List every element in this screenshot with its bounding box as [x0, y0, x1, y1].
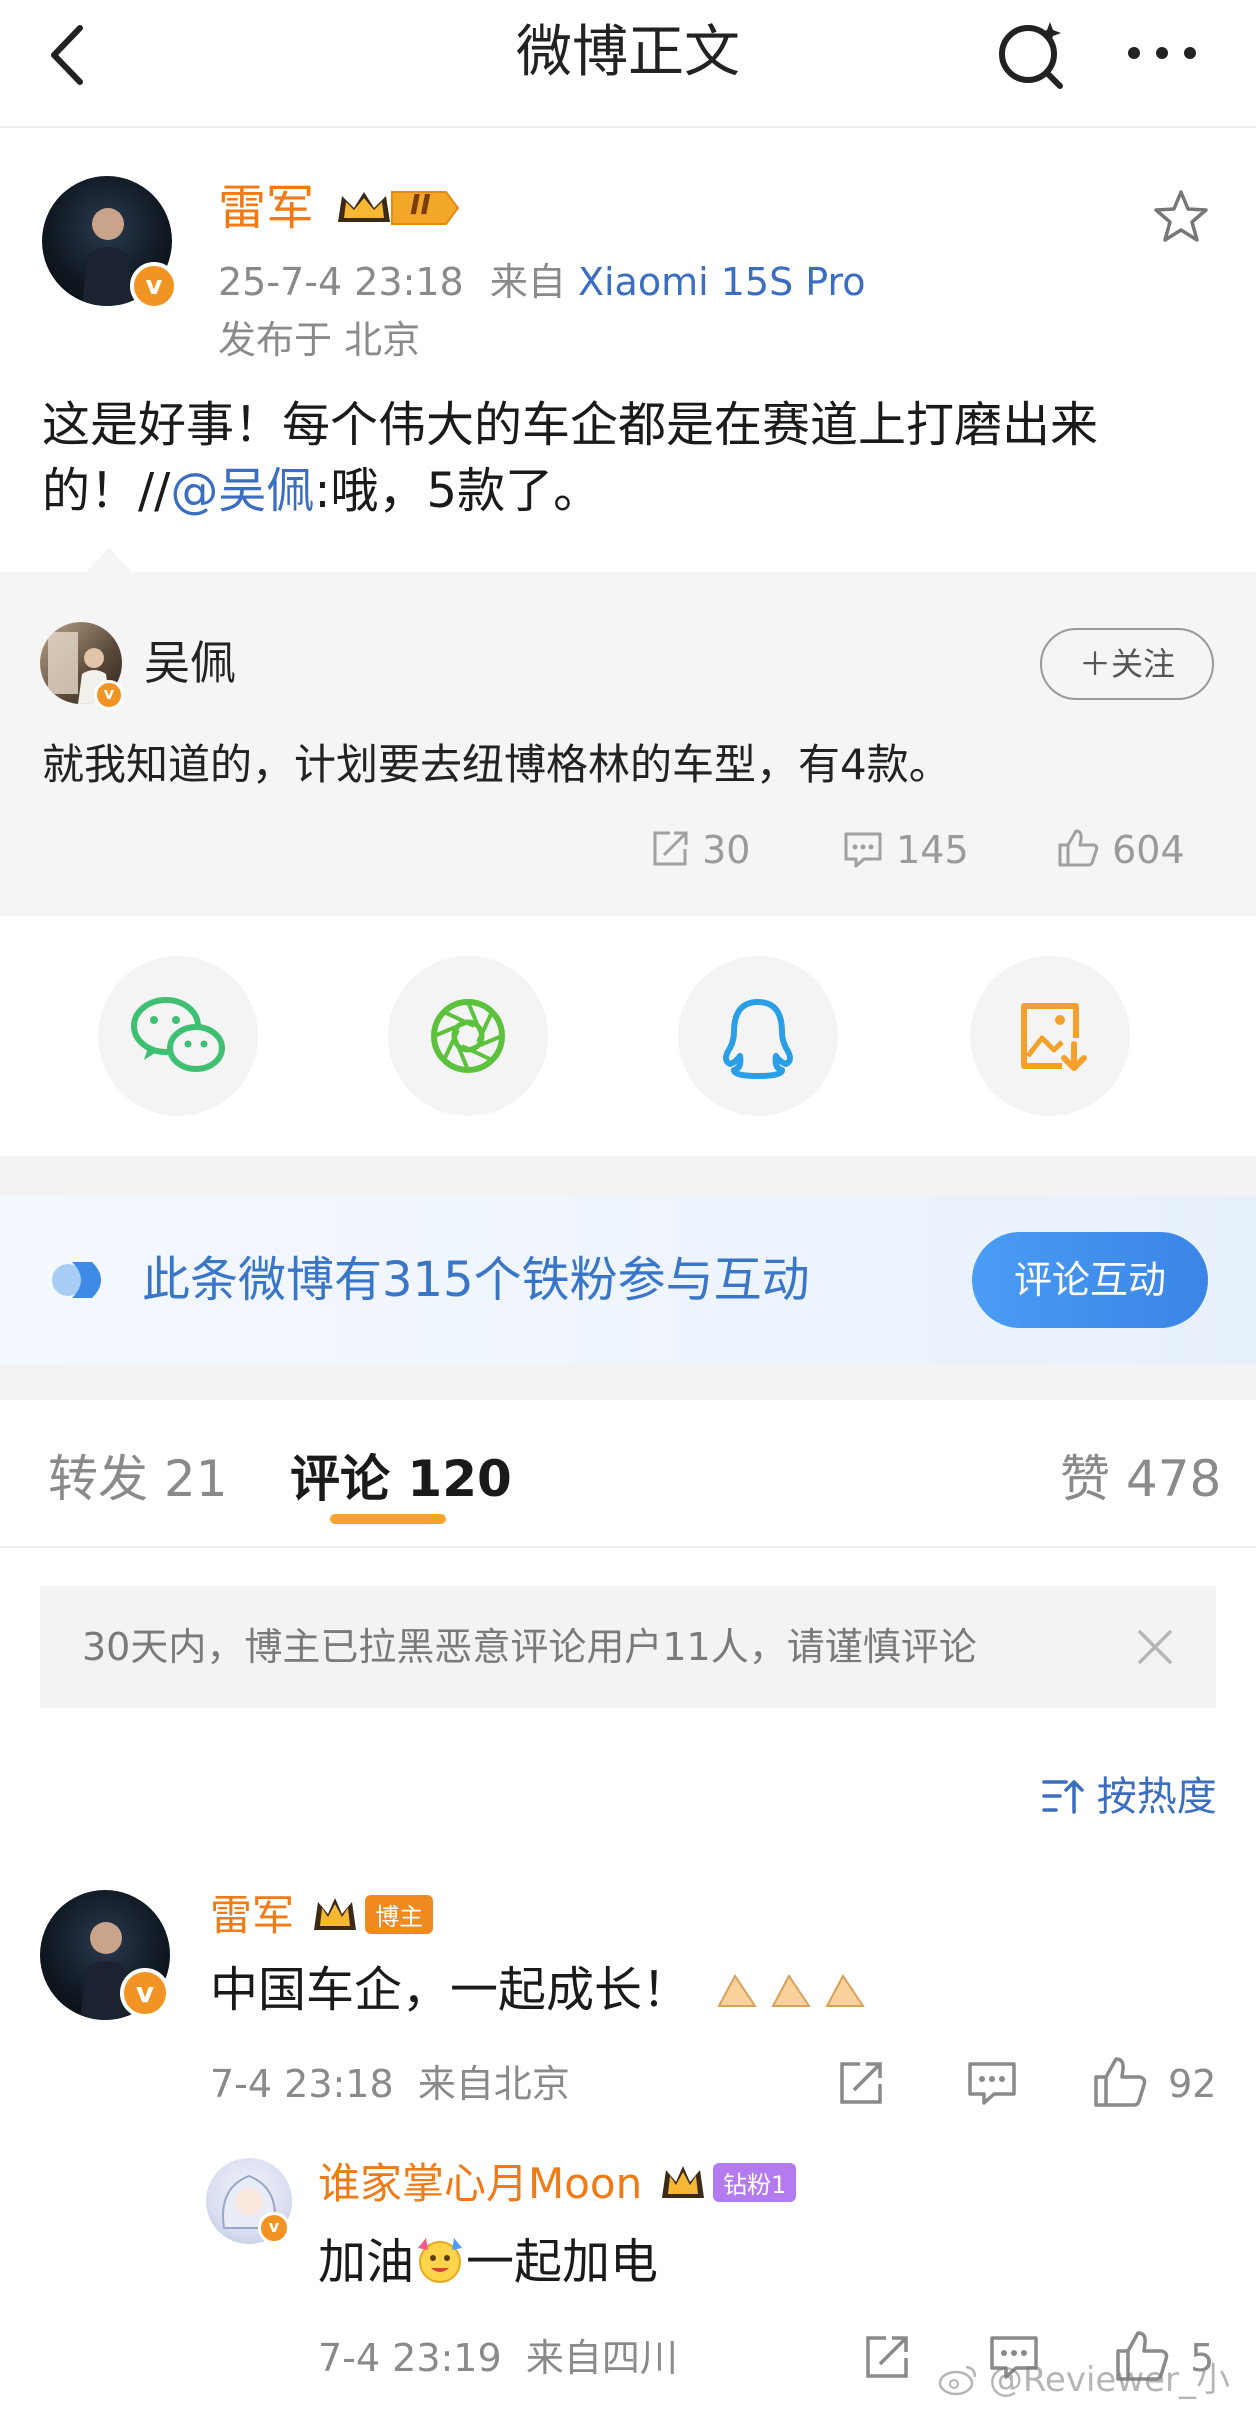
reply-time-place: 7-4 23:19 来自四川: [318, 2336, 678, 2380]
search-sparkle-icon: [999, 22, 1063, 89]
notice-text: 30天内，博主已拉黑恶意评论用户11人，请谨慎评论: [82, 1625, 977, 1669]
share-qq-button[interactable]: [678, 956, 838, 1116]
tab-repost[interactable]: 转发 21: [48, 1444, 228, 1514]
top-navigation-bar: 微博正文: [0, 0, 1256, 128]
reply-repost-button[interactable]: [862, 2332, 912, 2386]
verified-badge-icon: v: [130, 262, 178, 310]
quoted-repost-count[interactable]: 30: [650, 822, 750, 878]
moments-icon: [431, 999, 505, 1073]
reply-author-name[interactable]: 谁家掌心月Moon: [318, 2152, 642, 2216]
verified-badge-icon: v: [258, 2212, 290, 2244]
watermark: @Reviewer_小康: [938, 2352, 1256, 2408]
comment-reply-button[interactable]: [966, 2058, 1018, 2112]
share-moments-button[interactable]: [388, 956, 548, 1116]
tab-divider: [0, 1546, 1256, 1548]
share-wechat-button[interactable]: [98, 956, 258, 1116]
play-arrows-icon: [52, 1262, 101, 1298]
comment-author-name[interactable]: 雷军: [210, 1884, 294, 1948]
post-source-prefix: 来自: [489, 260, 566, 304]
repost-icon: [866, 2336, 908, 2378]
banner-text: 此条微博有315个铁粉参与互动: [142, 1252, 810, 1308]
thumbs-up-icon: [1058, 829, 1099, 867]
save-image-icon: [1021, 1003, 1087, 1071]
section-divider: [0, 1156, 1256, 1196]
comment-interaction-button[interactable]: 评论互动: [972, 1232, 1208, 1328]
moderation-notice: 30天内，博主已拉黑恶意评论用户11人，请谨慎评论: [40, 1586, 1216, 1708]
fist-emoji-icon: [717, 1974, 866, 2007]
repost-icon: [840, 2062, 882, 2104]
post-text-tail: :哦，5款了。: [314, 463, 602, 519]
author-tag-badge: 博主: [365, 1894, 434, 1934]
comment-text: 中国车企，一起成长！: [210, 1954, 875, 2026]
follow-button[interactable]: ＋关注: [1040, 628, 1214, 700]
thumbs-up-icon: [1094, 2057, 1147, 2107]
verified-badge-icon: v: [120, 1968, 170, 2018]
quoted-like-count[interactable]: 604: [1056, 822, 1185, 878]
favorite-button[interactable]: [1150, 186, 1212, 248]
tab-comment[interactable]: 评论 120: [290, 1444, 512, 1514]
wechat-icon: [131, 997, 225, 1072]
weibo-logo-icon: [938, 2365, 977, 2396]
quoted-author-name[interactable]: 吴佩: [144, 630, 236, 696]
post-device-link[interactable]: Xiaomi 15S Pro: [578, 260, 866, 304]
quoted-text: 就我知道的，计划要去纽博格林的车型，有4款。: [42, 740, 951, 789]
card-pointer: [84, 548, 134, 574]
mention-link[interactable]: @吴佩: [170, 463, 314, 519]
reply-badges: 钻粉1: [658, 2160, 797, 2206]
crown-icon: [314, 1898, 356, 1930]
active-tab-indicator: [330, 1514, 446, 1524]
search-button[interactable]: [992, 14, 1072, 94]
comment-time-place: 7-4 23:18 来自北京: [210, 2062, 570, 2106]
more-dots-icon: [1128, 47, 1196, 59]
quoted-comment-count[interactable]: 145: [842, 822, 969, 878]
reply-text: 加油 一起加电: [318, 2234, 659, 2290]
section-divider: [0, 1364, 1256, 1400]
post-time: 25-7-4 23:18: [218, 260, 464, 304]
close-icon: [1138, 1630, 1172, 1664]
crown-icon: [338, 191, 460, 225]
post-content: 这是好事！每个伟大的车企都是在赛道上打磨出来的！//@吴佩:哦，5款了。: [42, 392, 1222, 524]
post-author-name[interactable]: 雷军: [218, 178, 314, 238]
tab-like[interactable]: 赞 478: [1060, 1444, 1221, 1514]
post-meta-line: 25-7-4 23:18 来自 Xiaomi 15S Pro: [218, 254, 866, 310]
comment-like-button[interactable]: 92: [1092, 2054, 1216, 2114]
save-image-button[interactable]: [970, 956, 1130, 1116]
crown-icon: [662, 2166, 704, 2198]
comment-icon: [844, 832, 882, 868]
repost-icon: [653, 831, 688, 866]
qq-icon: [723, 999, 793, 1079]
notice-close-button[interactable]: [1134, 1626, 1176, 1668]
sort-icon: [1042, 1780, 1084, 1814]
vip-crown-badge[interactable]: II: [334, 186, 462, 230]
comment-repost-button[interactable]: [836, 2058, 886, 2112]
diamond-fan-badge: 钻粉1: [713, 2162, 797, 2202]
comment-badges: 博主: [310, 1892, 434, 1938]
post-location: 发布于 北京: [218, 318, 421, 362]
sort-by-heat-button[interactable]: 按热度: [1042, 1766, 1217, 1828]
cheer-emoji-icon: [418, 2238, 463, 2283]
more-options-button[interactable]: [1122, 22, 1202, 84]
star-icon: [1154, 190, 1208, 242]
comment-icon: [968, 2062, 1016, 2105]
verified-badge-icon: v: [94, 680, 124, 710]
